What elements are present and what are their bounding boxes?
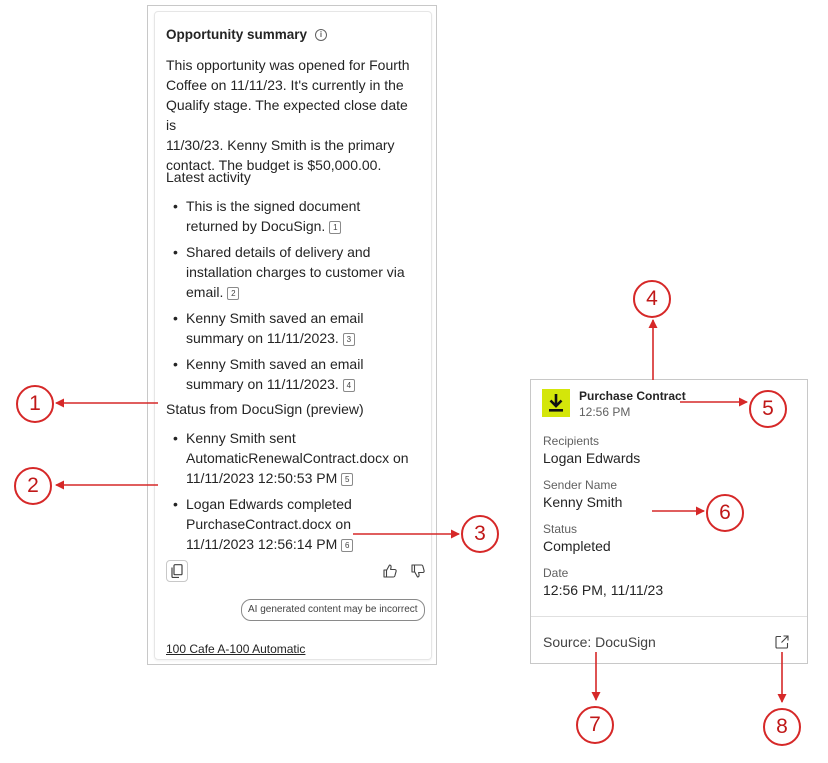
citation-marker[interactable]: 1 (329, 221, 342, 234)
callout-7: 7 (576, 706, 614, 744)
activity-line: Shared details of delivery and (186, 244, 371, 260)
activity-line: summary on 11/11/2023. (186, 376, 339, 392)
recipients-value: Logan Edwards (543, 450, 641, 466)
summary-line: Coffee on 11/11/23. It's currently in th… (166, 77, 404, 93)
summary-card: Opportunity summary i This opportunity w… (154, 11, 432, 660)
docusign-status-label: Status from DocuSign (preview) (166, 401, 364, 417)
copy-button[interactable] (166, 560, 188, 582)
summary-line: This opportunity was opened for Fourth (166, 57, 410, 73)
activity-item: Kenny Smith saved an email summary on 11… (166, 308, 426, 348)
activity-item: This is the signed document returned by … (166, 196, 426, 236)
sender-name-value: Kenny Smith (543, 494, 623, 510)
ai-disclaimer-badge: AI generated content may be incorrect (241, 599, 425, 621)
docusign-status-list: Kenny Smith sent AutomaticRenewalContrac… (166, 428, 426, 560)
recipients-label: Recipients (543, 434, 600, 448)
contract-title: Purchase Contract (579, 389, 686, 403)
thumbs-up-icon[interactable] (382, 563, 398, 579)
summary-text: This opportunity was opened for Fourth C… (166, 55, 421, 175)
latest-activity-label: Latest activity (166, 169, 251, 185)
citation-marker[interactable]: 4 (342, 379, 355, 392)
docusign-line: Logan Edwards completed (186, 496, 352, 512)
opportunity-summary-panel: Opportunity summary i This opportunity w… (147, 5, 437, 665)
activity-line: email. (186, 284, 224, 300)
callout-5: 5 (749, 390, 787, 428)
activity-line: This is the signed document (186, 198, 361, 214)
download-icon (542, 389, 570, 417)
citation-marker[interactable]: 2 (227, 287, 240, 300)
activity-line: installation charges to customer via (186, 264, 405, 280)
citation-marker[interactable]: 5 (341, 473, 354, 486)
citation-marker[interactable]: 3 (342, 333, 355, 346)
callout-3: 3 (461, 515, 499, 553)
info-icon[interactable]: i (315, 28, 328, 41)
callout-6: 6 (706, 494, 744, 532)
copy-icon (171, 564, 183, 578)
docusign-item: Logan Edwards completed PurchaseContract… (166, 494, 426, 554)
citation-marker[interactable]: 6 (341, 539, 354, 552)
docusign-item: Kenny Smith sent AutomaticRenewalContrac… (166, 428, 426, 488)
summary-line: Qualify stage. The expected close date i… (166, 97, 408, 133)
thumbs-down-icon[interactable] (410, 563, 426, 579)
docusign-line: 11/11/2023 12:56:14 PM (186, 536, 338, 552)
docusign-line: PurchaseContract.docx on (186, 516, 351, 532)
contract-time: 12:56 PM (579, 405, 631, 419)
external-link-icon[interactable] (774, 634, 790, 650)
summary-title: Opportunity summary (166, 27, 308, 42)
activity-item: Shared details of delivery and installat… (166, 242, 426, 302)
sender-name-label: Sender Name (543, 478, 618, 492)
callout-1: 1 (16, 385, 54, 423)
record-link[interactable]: 100 Cafe A-100 Automatic (166, 642, 305, 656)
activity-line: Kenny Smith saved an email (186, 310, 364, 326)
card-divider (531, 616, 807, 617)
activity-line: summary on 11/11/2023. (186, 330, 339, 346)
activity-line: returned by DocuSign. (186, 218, 326, 234)
docusign-line: 11/11/2023 12:50:53 PM (186, 470, 338, 486)
status-value: Completed (543, 538, 611, 554)
status-label: Status (543, 522, 578, 536)
callout-4: 4 (633, 280, 671, 318)
callout-2: 2 (14, 467, 52, 505)
date-label: Date (543, 566, 569, 580)
source-label: Source: DocuSign (543, 634, 656, 650)
summary-header: Opportunity summary i (166, 27, 328, 42)
summary-line: 11/30/23. Kenny Smith is the primary (166, 137, 395, 153)
activity-line: Kenny Smith saved an email (186, 356, 364, 372)
callout-8: 8 (763, 708, 801, 746)
latest-activity-list: This is the signed document returned by … (166, 196, 426, 400)
activity-item: Kenny Smith saved an email summary on 11… (166, 354, 426, 394)
docusign-line: Kenny Smith sent (186, 430, 296, 446)
docusign-line: AutomaticRenewalContract.docx on (186, 450, 409, 466)
date-value: 12:56 PM, 11/11/23 (543, 582, 664, 598)
